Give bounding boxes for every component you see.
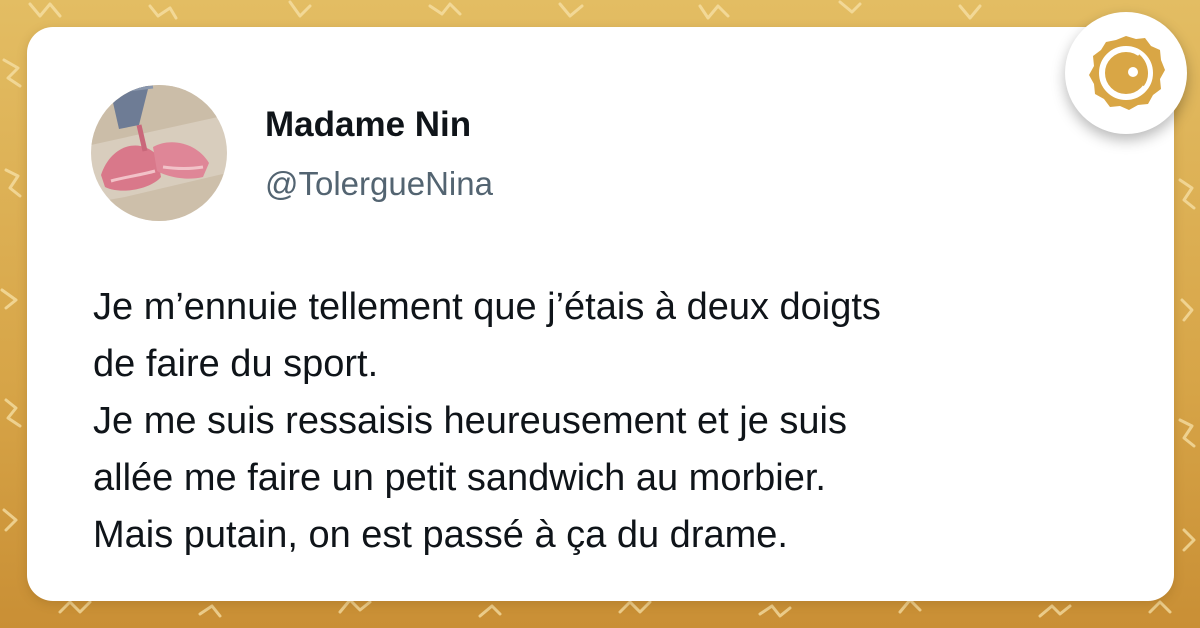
- round-face-logo-icon: [1089, 36, 1165, 110]
- author-handle[interactable]: @TolergueNina: [265, 165, 493, 203]
- tweet-text: Je m’ennuie tellement que j’étais à deux…: [93, 279, 1153, 564]
- tweet-line: de faire du sport.: [93, 343, 379, 385]
- tweet-card: Madame Nin @TolergueNina Je m’ennuie tel…: [27, 27, 1174, 601]
- tweet-line: Je me suis ressaisis heureusement et je …: [93, 400, 847, 442]
- tweet-line: Mais putain, on est passé à ça du drame.: [93, 514, 788, 556]
- brand-logo-badge: [1065, 12, 1187, 134]
- tweet-line: allée me faire un petit sandwich au morb…: [93, 457, 826, 499]
- shoes-photo-icon: [91, 85, 227, 221]
- author-display-name[interactable]: Madame Nin: [265, 105, 471, 145]
- tweet-line: Je m’ennuie tellement que j’étais à deux…: [93, 286, 881, 328]
- avatar[interactable]: [91, 85, 227, 221]
